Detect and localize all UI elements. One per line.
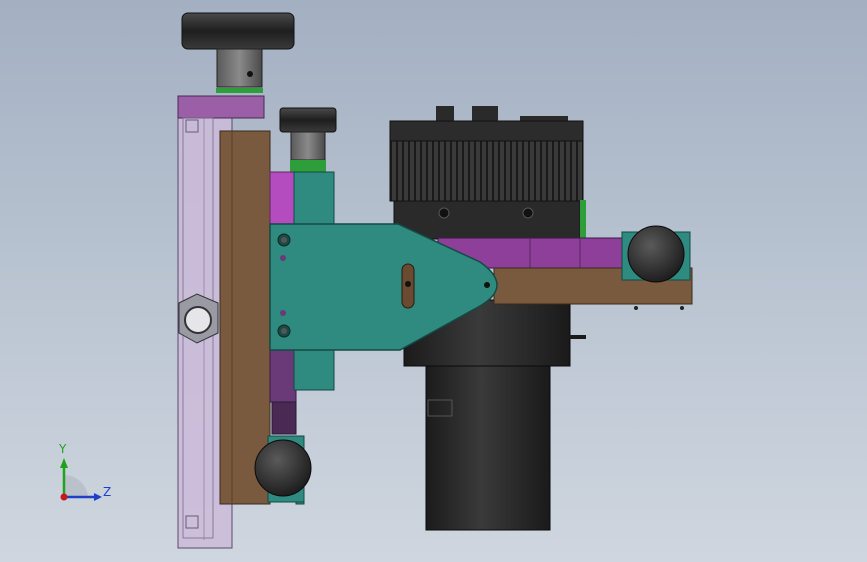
camera-body xyxy=(389,106,586,240)
vertical-brown-plate xyxy=(219,130,271,505)
camera-lens xyxy=(403,299,586,531)
cad-viewport[interactable]: Y Z xyxy=(0,0,867,562)
orientation-triad xyxy=(60,458,102,501)
upper-small-knob[interactable] xyxy=(279,107,337,172)
origin-dot xyxy=(60,493,68,501)
cad-model-view[interactable] xyxy=(0,0,867,562)
triad-z-label: Z xyxy=(103,485,112,499)
hex-nut xyxy=(178,293,219,344)
triad-y-label: Y xyxy=(59,442,67,456)
right-clamp-knob[interactable] xyxy=(621,225,691,283)
